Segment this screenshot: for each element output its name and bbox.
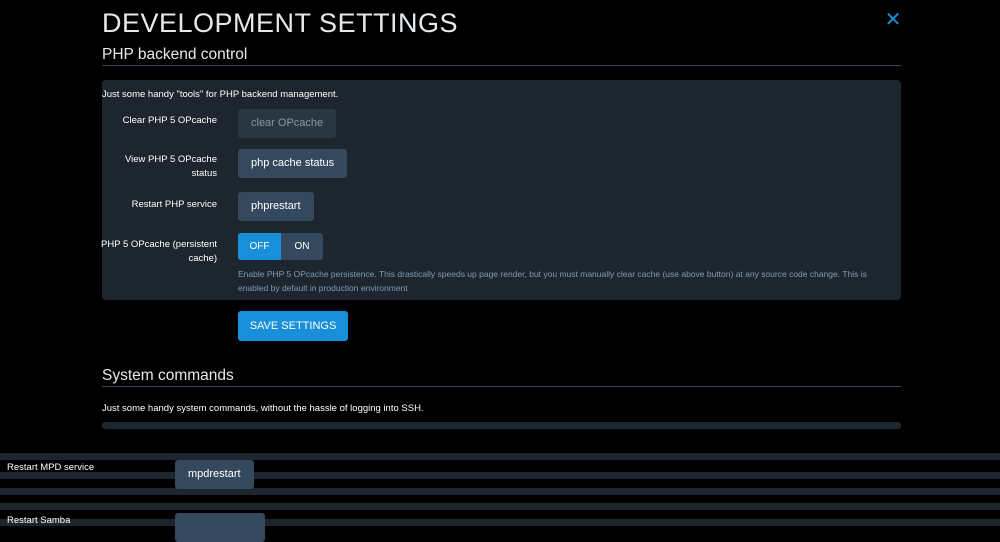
system-section-intro: Just some handy system commands, without… — [102, 403, 424, 414]
system-commands-panel — [102, 422, 901, 429]
opcache-on-option[interactable]: ON — [281, 233, 323, 260]
opcache-off-option[interactable]: OFF — [238, 233, 281, 260]
opcache-persistent-label: PHP 5 OPcache (persistent cache) — [101, 239, 217, 264]
row-stripe — [0, 503, 1000, 510]
row-stripe — [0, 488, 1000, 495]
opcache-toggle[interactable]: OFF ON — [238, 233, 323, 260]
mpdrestart-button[interactable]: mpdrestart — [175, 460, 254, 489]
restart-php-label: Restart PHP service — [131, 199, 217, 210]
opcache-status-label: View PHP 5 OPcache status — [124, 154, 217, 179]
php-cache-status-button[interactable]: php cache status — [238, 149, 348, 178]
section-title-php: PHP backend control — [102, 46, 248, 63]
row-stripe — [0, 453, 1000, 460]
close-icon[interactable]: ✕ — [884, 10, 902, 30]
phprestart-button[interactable]: phprestart — [238, 192, 314, 221]
php-section-intro: Just some handy "tools" for PHP backend … — [102, 89, 339, 100]
section-divider — [102, 65, 901, 66]
row-stripe — [0, 519, 1000, 526]
save-settings-button[interactable]: SAVE SETTINGS — [238, 311, 348, 341]
row-stripe — [0, 472, 1000, 479]
clear-opcache-button[interactable]: clear OPcache — [238, 109, 337, 138]
clear-opcache-label: Clear PHP 5 OPcache — [122, 115, 217, 126]
sambarestart-button[interactable]: sambarestart — [175, 513, 266, 542]
page-title: DEVELOPMENT SETTINGS — [102, 8, 459, 38]
restart-mpd-label: Restart MPD service — [7, 462, 95, 473]
restart-samba-label: Restart Samba — [7, 515, 71, 526]
opcache-help-text: Enable PHP 5 OPcache persistence. This d… — [238, 269, 867, 293]
section-title-system: System commands — [102, 367, 234, 384]
section-divider — [102, 386, 901, 387]
